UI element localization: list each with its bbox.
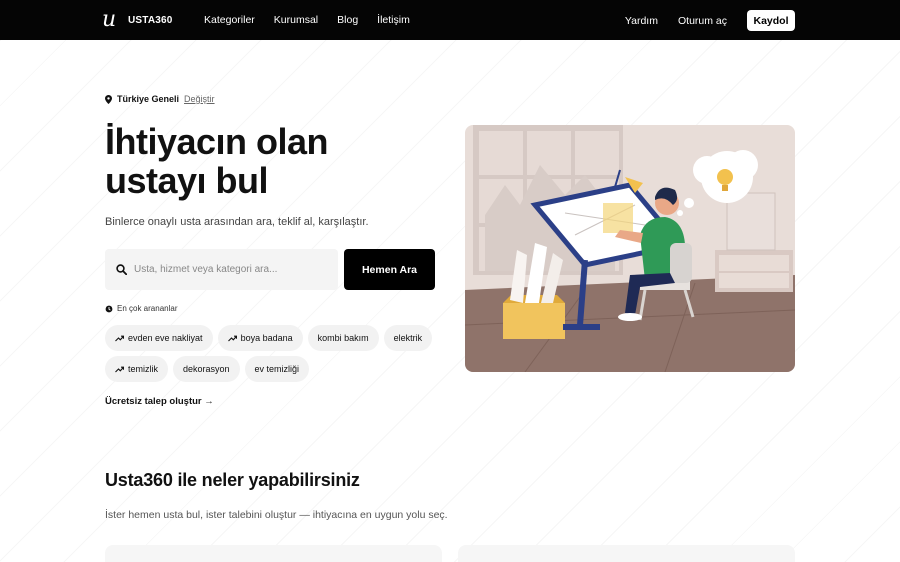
popular-label-text: En çok arananlar [117, 304, 178, 313]
tag-label: temizlik [128, 364, 159, 374]
location-selector: Türkiye Geneli Değiştir [105, 94, 215, 104]
main-nav: Kategoriler Kurumsal Blog İletişim [204, 14, 429, 26]
features-subtitle: İster hemen usta bul, ister talebini olu… [105, 509, 448, 521]
tag-label: dekorasyon [183, 364, 230, 374]
tag-label: ev temizliği [254, 364, 300, 374]
tag-ev-temizligi[interactable]: ev temizliği [244, 356, 310, 382]
trend-up-icon [115, 335, 124, 341]
trend-up-icon [115, 366, 124, 372]
popular-searches-label: En çok arananlar [105, 304, 177, 313]
signup-button[interactable]: Kaydol [747, 10, 795, 31]
help-link[interactable]: Yardım [625, 15, 658, 27]
nav-item-kategoriler[interactable]: Kategoriler [204, 14, 255, 26]
nav-item-iletisim[interactable]: İletişim [377, 14, 410, 26]
nav-item-blog[interactable]: Blog [337, 14, 358, 26]
logo[interactable]: u USTA360 [102, 9, 173, 31]
top-navbar: u USTA360 Kategoriler Kurumsal Blog İlet… [0, 0, 900, 40]
tag-label: evden eve nakliyat [128, 333, 203, 343]
search-input[interactable] [134, 264, 334, 275]
search-icon [116, 264, 127, 275]
hero-subtitle: Binlerce onaylı usta arasından ara, tekl… [105, 216, 369, 228]
tag-label: kombi bakım [317, 333, 369, 343]
tag-evden-eve-nakliyat[interactable]: evden eve nakliyat [105, 325, 213, 351]
hero-title: İhtiyacın olan ustayı bul [105, 121, 329, 201]
change-location-link[interactable]: Değiştir [184, 94, 215, 104]
tag-row: temizlik dekorasyon ev temizliği [105, 356, 435, 382]
trend-up-icon [227, 335, 237, 341]
tag-boya-badana[interactable]: boya badana [217, 325, 303, 351]
tag-elektrik[interactable]: elektrik [383, 325, 433, 351]
popular-tags: evden eve nakliyat boya badana kombi bak… [105, 325, 435, 387]
free-request-link[interactable]: Ücretsiz talep oluştur → [105, 396, 214, 407]
hero-illustration [465, 125, 795, 372]
logo-text: USTA360 [128, 14, 173, 26]
features-title: Usta360 ile neler yapabilirsiniz [105, 470, 360, 490]
search-box [105, 249, 338, 290]
tag-label: boya badana [240, 333, 293, 343]
clock-icon [105, 305, 113, 312]
map-pin-icon [105, 94, 112, 104]
location-name: Türkiye Geneli [117, 94, 180, 104]
tag-temizlik[interactable]: temizlik [105, 356, 169, 382]
tag-row: evden eve nakliyat boya badana kombi bak… [105, 325, 435, 351]
feature-card[interactable] [105, 545, 442, 562]
login-link[interactable]: Oturum aç [678, 15, 727, 27]
search-button[interactable]: Hemen Ara [344, 249, 435, 290]
feature-card[interactable] [458, 545, 795, 562]
account-nav: Yardım Oturum aç Kaydol [625, 10, 795, 31]
tag-label: elektrik [393, 333, 423, 343]
tag-dekorasyon[interactable]: dekorasyon [173, 356, 240, 382]
tag-kombi-bakim[interactable]: kombi bakım [307, 325, 379, 351]
logo-mark-icon: u [102, 7, 117, 32]
nav-item-kurumsal[interactable]: Kurumsal [274, 14, 318, 26]
